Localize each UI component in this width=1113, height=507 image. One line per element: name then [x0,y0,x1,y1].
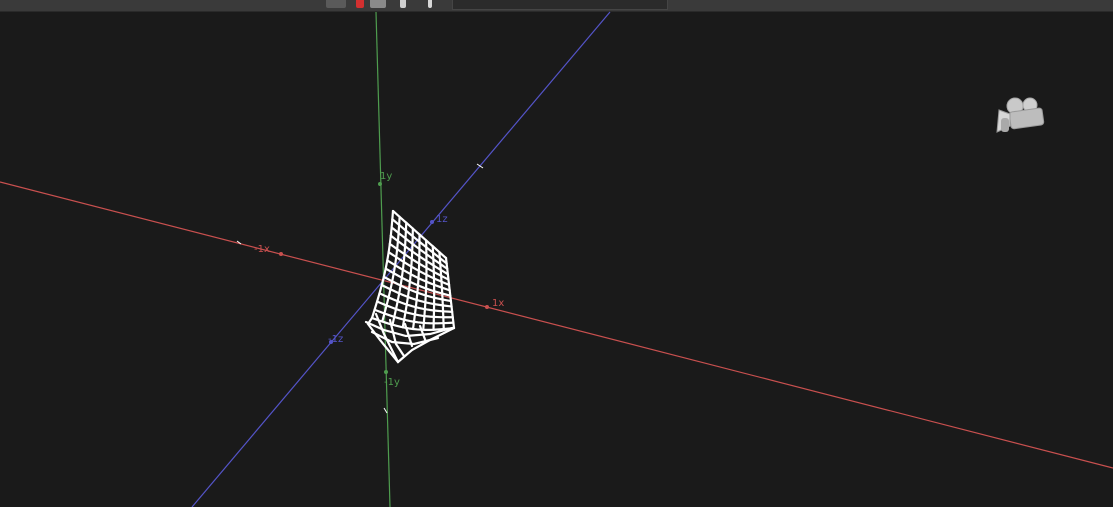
y-positive-label: 1y [380,171,392,182]
x-positive-label: 1x [492,298,504,309]
3d-viewport[interactable]: 1x -1x 1y -1y 1z -1z [0,0,1113,507]
x-positive-marker [485,305,489,309]
wireframe-mesh[interactable] [364,209,456,364]
z-negative-label: -1z [328,334,343,345]
x-negative-marker [279,252,283,256]
camera-icon[interactable] [996,97,1045,133]
y-negative-label: -1y [384,377,400,388]
z-axis-tick [476,163,484,169]
z-positive-label: 1z [436,214,448,225]
scene-canvas[interactable]: 1x -1x 1y -1y 1z -1z [0,0,1113,507]
mesh-edge [431,245,436,331]
z-positive-marker [430,220,434,224]
x-negative-label: -1x [254,244,270,255]
y-negative-marker [384,370,388,374]
y-axis-tick [383,407,388,414]
x-axis-line [0,181,1113,469]
y-positive-marker [378,182,382,186]
